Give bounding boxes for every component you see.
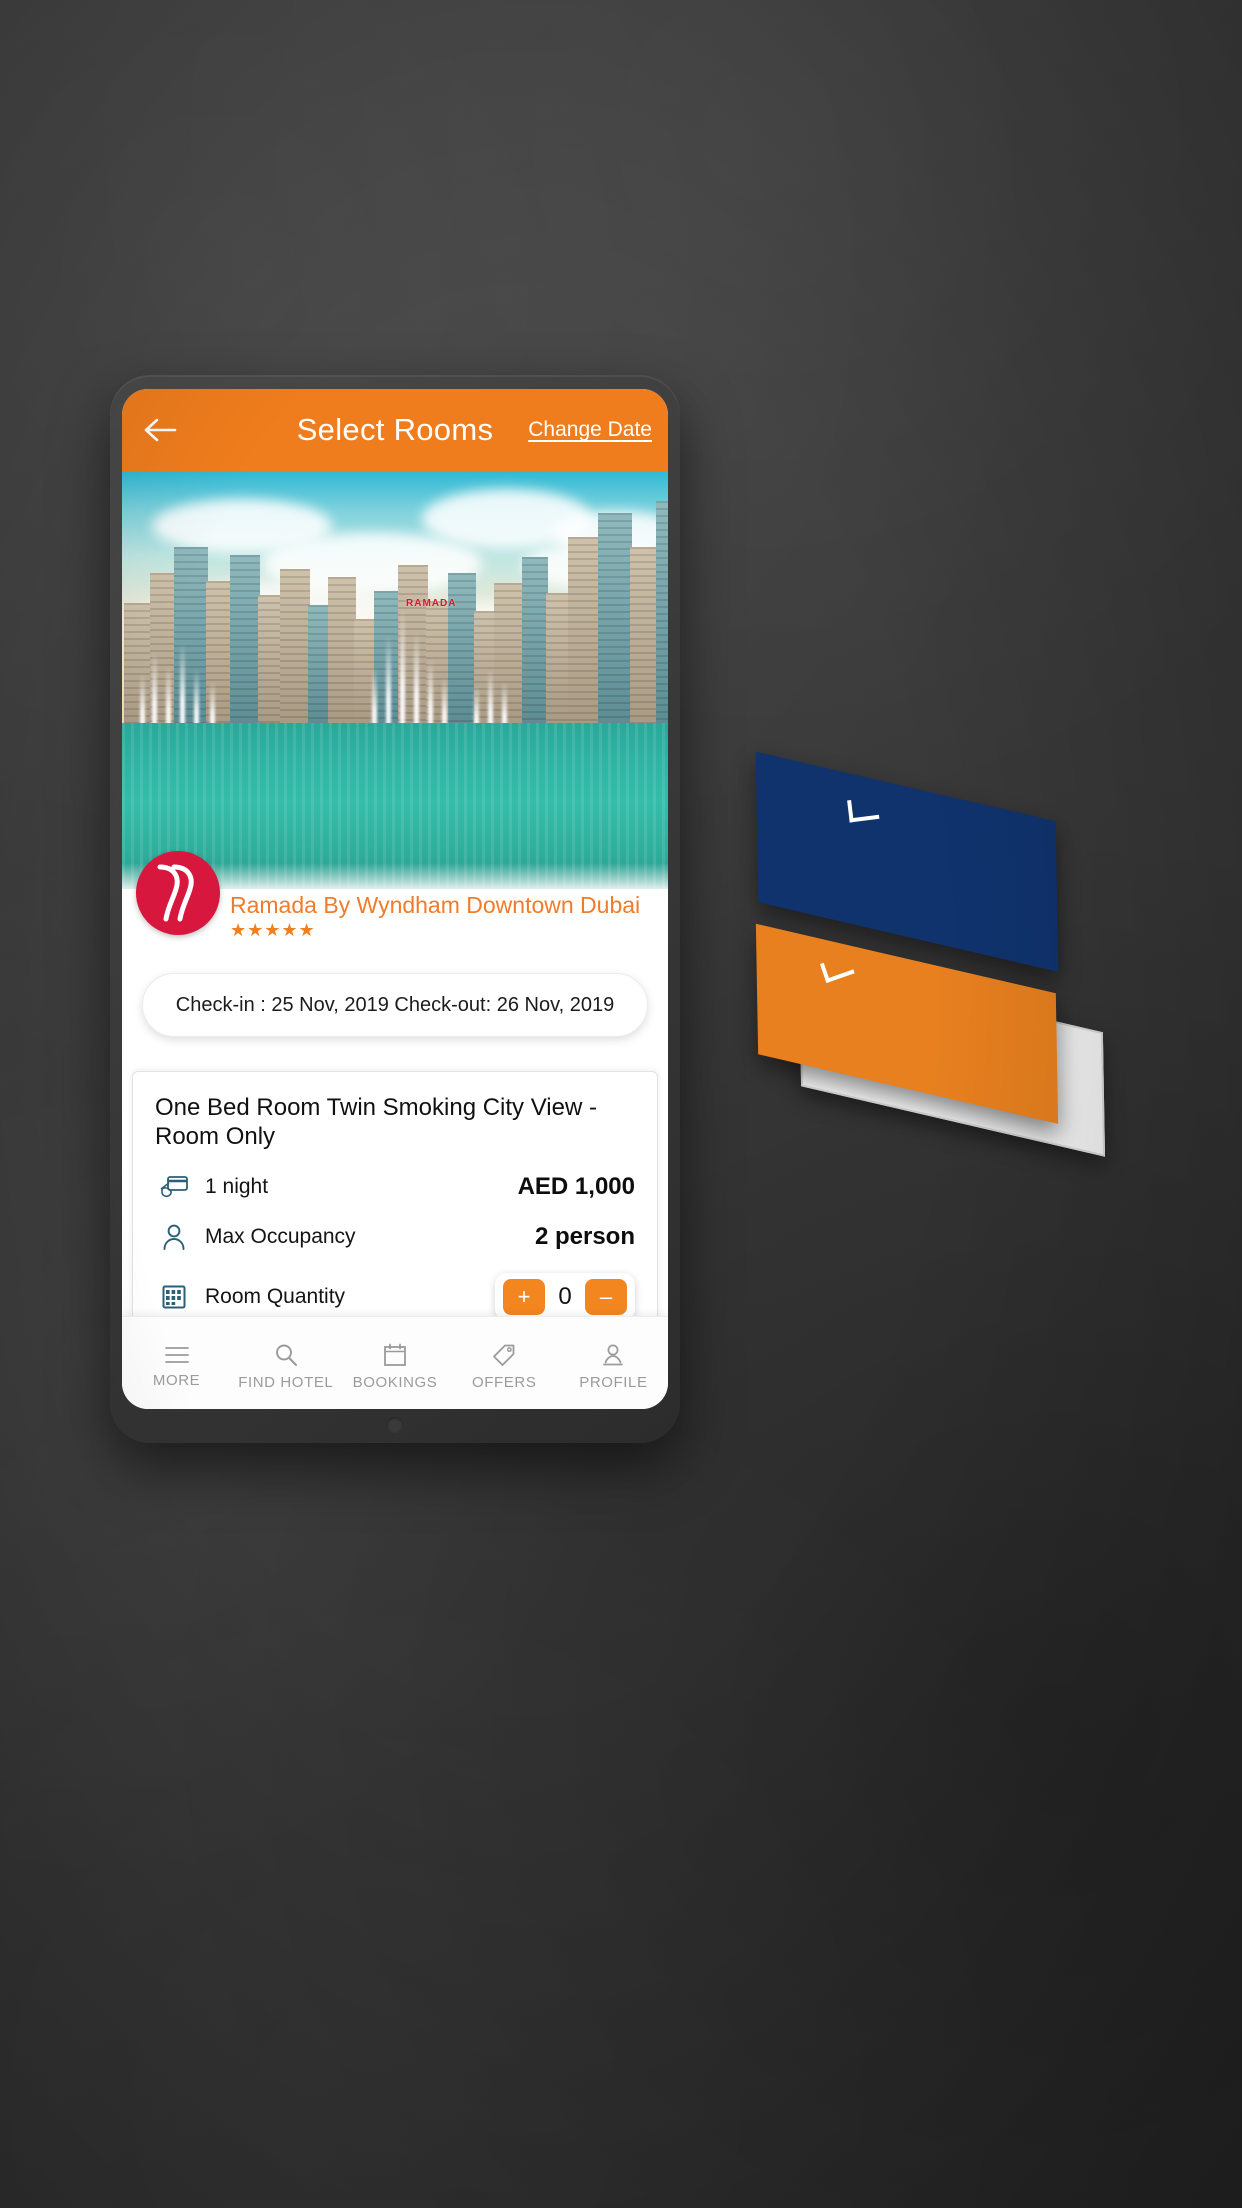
room-row-label: Room Quantity	[205, 1284, 346, 1308]
room-row-label: 1 night	[205, 1174, 269, 1198]
nav-label: PROFILE	[579, 1373, 648, 1391]
nav-item-find-hotel[interactable]: FIND HOTEL	[231, 1336, 340, 1391]
quantity-stepper: + 0 –	[495, 1272, 635, 1321]
person-icon	[155, 1223, 193, 1251]
nav-item-profile[interactable]: PROFILE	[559, 1336, 668, 1391]
nav-label: MORE	[152, 1371, 201, 1389]
tag-icon	[493, 1344, 515, 1366]
arrow-left-icon	[144, 418, 177, 442]
phone-device-frame: Select Rooms Change Date RAMADA Ramada B…	[110, 375, 680, 1443]
home-button-indicator	[387, 1417, 403, 1433]
room-occupancy-value: 2 person	[534, 1222, 635, 1250]
nav-label: OFFERS	[471, 1373, 537, 1391]
room-price-value: AED 1,000	[517, 1172, 635, 1200]
hotel-info-row: Ramada By Wyndham Downtown Dubai ★★★★★	[122, 851, 668, 941]
quantity-value: 0	[558, 1282, 572, 1310]
ramada-logo-icon	[136, 851, 220, 935]
night-card-icon	[155, 1175, 193, 1199]
date-pill-container: Check-in : 25 Nov, 2019 Check-out: 26 No…	[122, 973, 668, 1038]
cursor-icon	[847, 796, 880, 823]
quantity-decrease-button[interactable]: –	[585, 1278, 627, 1315]
quantity-increase-button[interactable]: +	[503, 1278, 545, 1315]
room-row-label: Max Occupancy	[205, 1224, 356, 1248]
hotel-star-rating: ★★★★★	[230, 920, 316, 941]
nav-label: FIND HOTEL	[238, 1373, 334, 1391]
room-row-nights: 1 night AED 1,000	[155, 1173, 635, 1201]
calendar-icon	[384, 1343, 406, 1366]
nav-item-offers[interactable]: OFFERS	[450, 1336, 559, 1391]
ramada-rooftop-sign: RAMADA	[406, 598, 457, 609]
back-button[interactable]	[138, 407, 184, 453]
profile-icon	[603, 1344, 624, 1365]
hotel-meta: Ramada By Wyndham Downtown Dubai ★★★★★	[230, 851, 640, 941]
abacus-icon	[155, 1284, 193, 1310]
change-date-link[interactable]: Change Date	[528, 418, 652, 442]
app-header: Select Rooms Change Date	[122, 389, 668, 471]
room-card: One Bed Room Twin Smoking City View - Ro…	[132, 1071, 658, 1321]
hotel-name: Ramada By Wyndham Downtown Dubai	[230, 892, 641, 918]
bottom-navigation-bar: MORE FIND HOTEL BOOKINGS OFFERS PROFILE	[122, 1316, 668, 1409]
search-icon	[275, 1344, 297, 1366]
hamburger-icon	[164, 1346, 189, 1363]
nav-item-bookings[interactable]: BOOKINGS	[340, 1336, 449, 1391]
nav-item-more[interactable]: MORE	[122, 1338, 231, 1389]
phone-screen: Select Rooms Change Date RAMADA Ramada B…	[122, 389, 668, 1409]
nav-label: BOOKINGS	[352, 1373, 438, 1391]
cursor-icon	[819, 954, 855, 984]
hotel-hero-image: RAMADA	[122, 471, 668, 889]
room-row-occupancy: Max Occupancy 2 person	[155, 1223, 635, 1251]
checkin-checkout-pill[interactable]: Check-in : 25 Nov, 2019 Check-out: 26 No…	[142, 973, 648, 1038]
room-row-quantity: Room Quantity + 0 –	[155, 1272, 635, 1321]
room-title: One Bed Room Twin Smoking City View - Ro…	[155, 1094, 597, 1150]
